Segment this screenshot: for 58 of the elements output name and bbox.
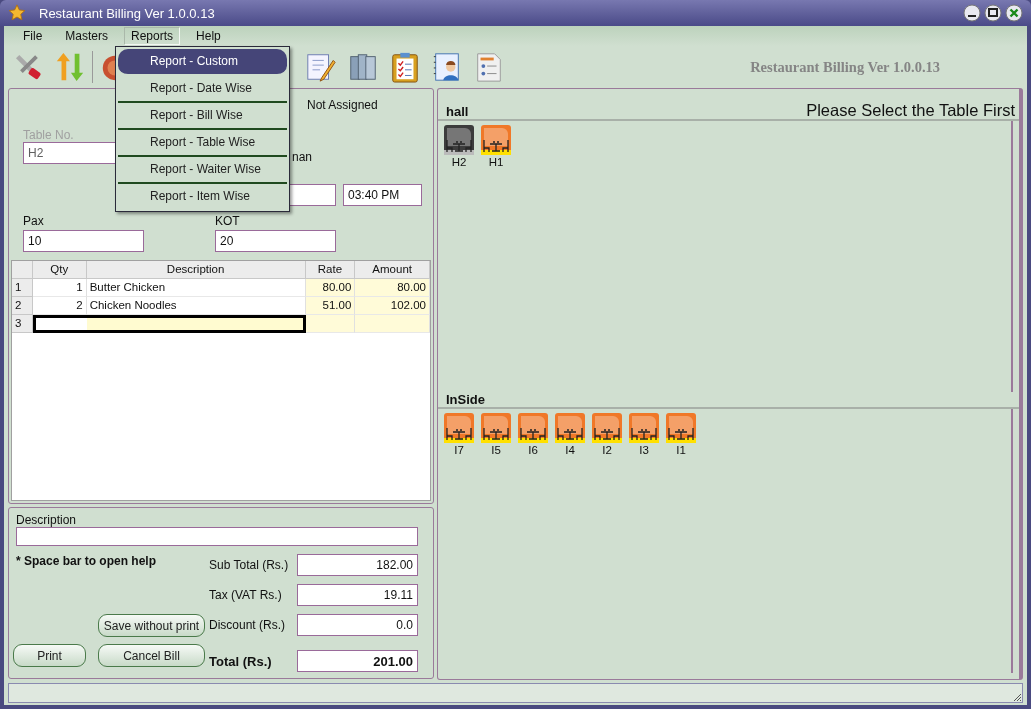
amount-field[interactable]: 0.0: [297, 614, 418, 636]
pax-field[interactable]: 10: [23, 230, 144, 252]
cancel-bill-button[interactable]: Cancel Bill: [98, 644, 205, 667]
total-label: Discount (Rs.): [209, 618, 286, 632]
kot-field[interactable]: 20: [215, 230, 336, 252]
table-label: I2: [602, 444, 612, 456]
table-no-label: Table No.: [23, 128, 75, 142]
column-header: Rate: [305, 261, 356, 279]
status-text: Not Assigned: [307, 98, 378, 114]
description-label: Description: [16, 513, 78, 527]
table-cell: 51.00: [305, 297, 356, 315]
table-label: I6: [528, 444, 538, 456]
table-label: I5: [491, 444, 501, 456]
table-cell: 102.00: [355, 297, 430, 315]
table-label: H2: [451, 156, 467, 168]
total-label: Tax (VAT Rs.): [209, 588, 283, 602]
amount-field[interactable]: 201.00: [297, 650, 418, 672]
section-title: InSide: [438, 392, 1019, 409]
row-number: 2: [12, 297, 33, 315]
kot-label: KOT: [215, 214, 241, 230]
menu-item[interactable]: Report - Bill Wise: [118, 103, 287, 130]
column-header: Qty: [32, 261, 87, 279]
table-label: I7: [454, 444, 464, 456]
amount-field[interactable]: 182.00: [297, 554, 418, 576]
table-cell: 80.00: [355, 279, 430, 297]
table-cell: 80.00: [305, 279, 356, 297]
help-note: * Space bar to open help: [15, 554, 158, 570]
window-title: Restaurant Billing Ver 1.0.0.13: [39, 5, 215, 21]
menu-item[interactable]: Report - Custom: [118, 49, 287, 76]
table-label: H1: [488, 156, 504, 168]
row-number: 3: [12, 315, 33, 333]
menu-item[interactable]: File: [16, 27, 50, 45]
app-caption: Restaurant Billing Ver 1.0.0.13: [750, 58, 940, 76]
row-number: 1: [12, 279, 33, 297]
amount-field[interactable]: 19.11: [297, 584, 418, 606]
total-label: Sub Total (Rs.): [209, 558, 290, 572]
table-label: I4: [565, 444, 575, 456]
prompt-text: Please Select the Table First: [806, 101, 1015, 120]
column-header: Amount: [355, 261, 430, 279]
table-label: I1: [676, 444, 686, 456]
menu-item[interactable]: Report - Date Wise: [118, 76, 287, 103]
waiter-name-text: nan: [292, 150, 313, 164]
menu-item[interactable]: Report - Table Wise: [118, 130, 287, 157]
print-button[interactable]: Print: [13, 644, 86, 667]
save-without-print-button[interactable]: Save without print: [98, 614, 205, 637]
table-label: I3: [639, 444, 649, 456]
menu-item[interactable]: Help: [189, 27, 228, 45]
pax-label: Pax: [23, 214, 45, 230]
table-cell: Butter Chicken: [86, 279, 306, 297]
menu-item[interactable]: Masters: [58, 27, 116, 45]
table-cell: 2: [32, 297, 87, 315]
table-cell: 1: [32, 279, 87, 297]
menu-item[interactable]: Reports: [124, 27, 181, 45]
total-label: Total (Rs.): [209, 653, 273, 669]
menu-item[interactable]: Report - Item Wise: [118, 184, 287, 209]
menu-item[interactable]: Report - Waiter Wise: [118, 157, 287, 184]
time-field[interactable]: 03:40 PM: [343, 184, 422, 206]
column-header: Description: [86, 261, 306, 279]
